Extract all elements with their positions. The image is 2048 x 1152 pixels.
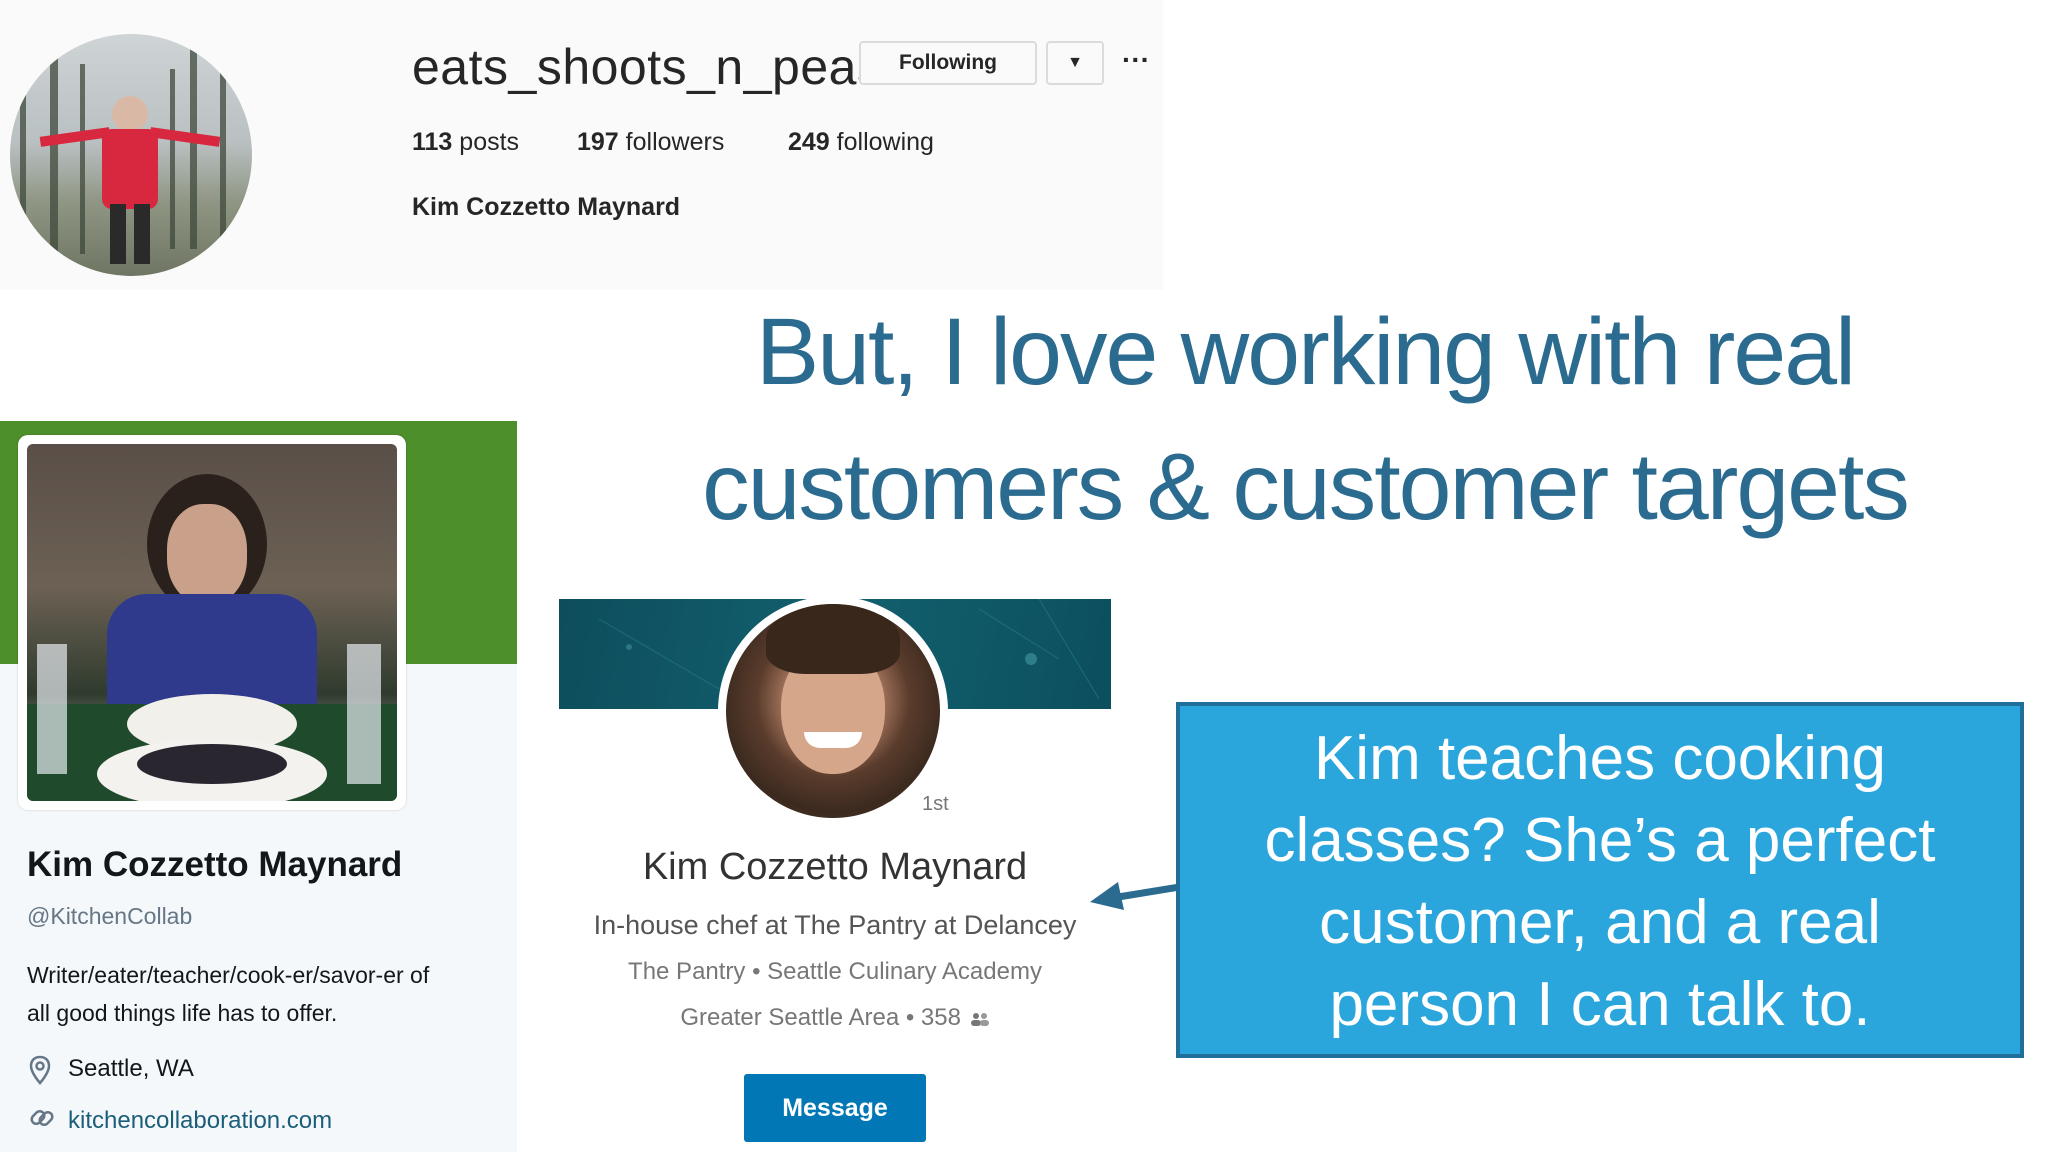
people-icon <box>970 1012 989 1026</box>
linkedin-avatar[interactable] <box>726 604 940 818</box>
twitter-bio-line-1: Writer/eater/teacher/cook-er/savor-er of <box>27 962 430 988</box>
following-button[interactable]: Following <box>859 41 1037 85</box>
callout-text: Kim teaches cooking classes? She’s a per… <box>1176 718 2024 1046</box>
twitter-display-name: Kim Cozzetto Maynard <box>27 845 403 884</box>
headline-line-1: But, I love working with real <box>755 299 1856 405</box>
linkedin-headline: In-house chef at The Pantry at Delancey <box>593 910 1077 940</box>
following-stat[interactable]: 249 following <box>788 128 934 157</box>
instagram-full-name: Kim Cozzetto Maynard <box>412 193 681 221</box>
posts-label: posts <box>459 128 520 156</box>
callout-line-2: classes? She’s a perfect <box>1264 806 1936 875</box>
twitter-bio-line-2: all good things life has to offer. <box>27 1000 338 1026</box>
connection-degree: 1st <box>922 793 949 815</box>
twitter-profile-card: Kim Cozzetto Maynard @KitchenCollab Writ… <box>0 421 517 1152</box>
twitter-bio: Writer/eater/teacher/cook-er/savor-er of… <box>27 956 507 1032</box>
posts-count: 113 <box>412 128 453 156</box>
following-label: following <box>836 128 934 156</box>
posts-stat: 113 posts <box>412 128 519 157</box>
callout-line-4: person I can talk to. <box>1329 970 1871 1039</box>
callout-line-3: customer, and a real <box>1319 888 1881 957</box>
link-icon <box>30 1109 54 1127</box>
chevron-down-icon[interactable]: ▼ <box>1046 41 1104 85</box>
location-pin-icon <box>29 1055 51 1085</box>
twitter-handle[interactable]: @KitchenCollab <box>27 903 192 930</box>
slide-headline: But, I love working with real customers … <box>640 285 1970 555</box>
followers-count: 197 <box>577 128 619 156</box>
callout-line-1: Kim teaches cooking <box>1313 724 1887 793</box>
linkedin-company: The Pantry • Seattle Culinary Academy <box>628 958 1042 985</box>
linkedin-location-connections: Greater Seattle Area • 358 <box>559 1004 1111 1032</box>
message-button[interactable]: Message <box>744 1074 926 1142</box>
followers-label: followers <box>625 128 725 156</box>
twitter-avatar[interactable] <box>27 444 397 801</box>
headline-line-2: customers & customer targets <box>702 434 1910 540</box>
more-options-icon[interactable]: ··· <box>1122 44 1150 76</box>
instagram-avatar[interactable] <box>10 34 252 276</box>
following-count: 249 <box>788 128 830 156</box>
arrow-left-icon <box>1090 882 1186 910</box>
followers-stat[interactable]: 197 followers <box>577 128 724 157</box>
twitter-website-link[interactable]: kitchencollaboration.com <box>68 1107 332 1135</box>
instagram-username: eats_shoots_n_peas <box>412 39 883 95</box>
linkedin-name: Kim Cozzetto Maynard <box>642 846 1028 888</box>
twitter-location: Seattle, WA <box>68 1055 194 1082</box>
linkedin-location: Greater Seattle Area • 358 <box>680 1004 961 1031</box>
